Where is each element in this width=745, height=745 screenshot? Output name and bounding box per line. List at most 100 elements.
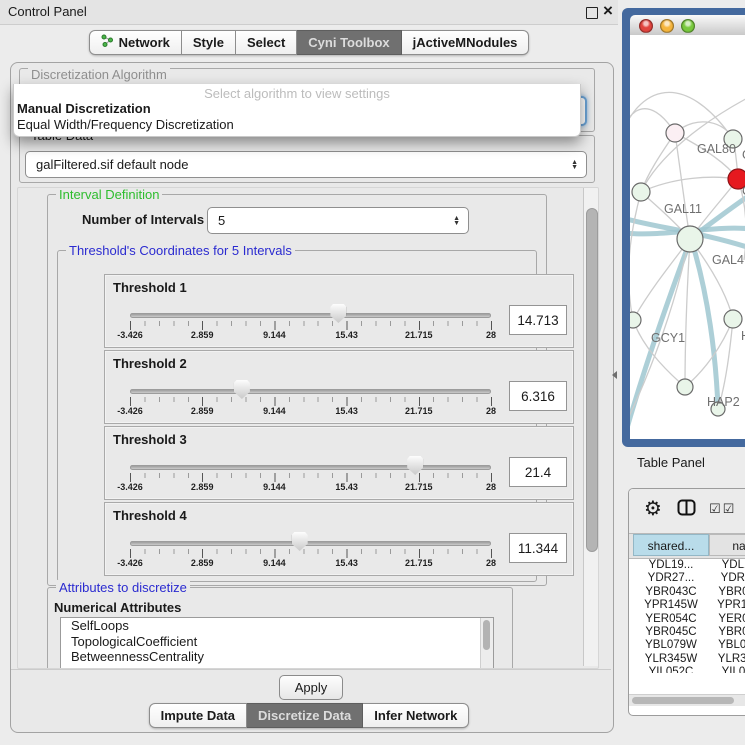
network-node-label: GAL4 [712, 253, 744, 267]
network-node-label: H [741, 329, 745, 343]
tick-label: 9.144 [263, 406, 286, 416]
tab-impute-data[interactable]: Impute Data [149, 703, 247, 728]
thresholds-group: Threshold's Coordinates for 5 Intervals … [57, 250, 537, 582]
vertical-scrollbar[interactable] [583, 188, 599, 666]
network-node-label: GCY1 [651, 331, 685, 345]
table-panel: ⚙ ☑☑ shared... na... YDL19...YDL19...YDR… [628, 488, 745, 716]
table-row[interactable]: YBR043CYBR043C [629, 586, 745, 599]
table-row[interactable]: YPR145WYPR145W [629, 599, 745, 612]
column-header-shared-name[interactable]: shared... [633, 534, 709, 556]
threshold-label: Threshold 4 [113, 508, 187, 523]
mac-minimize-button[interactable] [660, 19, 674, 33]
network-node[interactable] [666, 124, 684, 142]
network-edge[interactable] [692, 242, 718, 409]
columns-icon[interactable] [677, 499, 696, 521]
network-edge[interactable] [630, 192, 641, 320]
network-edge[interactable] [633, 239, 690, 320]
scrollbar-thumb[interactable] [632, 697, 734, 704]
threshold-value-field[interactable]: 14.713 [509, 305, 567, 335]
close-icon[interactable]: × [603, 1, 613, 21]
cell-name: YBR043C [709, 586, 745, 599]
threshold-label: Threshold 1 [113, 280, 187, 295]
checkboxes-icon[interactable]: ☑☑ [709, 501, 736, 517]
numerical-attributes-list[interactable]: SelfLoopsTopologicalCoefficientBetweenne… [60, 617, 494, 669]
tick-label: 9.144 [263, 330, 286, 340]
bottom-tab-bar: Impute DataDiscretize DataInfer Network [0, 701, 618, 729]
table-row[interactable]: YDR27...YDR27... [629, 572, 745, 585]
mac-zoom-button[interactable] [681, 19, 695, 33]
dropdown-option-equal-width-frequency[interactable]: Equal Width/Frequency Discretization [17, 117, 234, 132]
cell-name: YDR27... [709, 572, 745, 585]
tab-network[interactable]: Network [89, 30, 182, 55]
tab-style[interactable]: Style [182, 30, 236, 55]
network-edge[interactable] [641, 177, 738, 192]
cell-name: YBL079W [709, 639, 745, 652]
number-of-intervals-combobox[interactable]: 5 ▲▼ [207, 207, 469, 234]
table-row[interactable]: YER054CYER054C [629, 613, 745, 626]
discretization-algorithm-label: Discretization Algorithm [28, 67, 170, 82]
slider-track[interactable] [130, 389, 491, 394]
table-row[interactable]: YLR345WYLR345W [629, 653, 745, 666]
cell-shared-name: YBR043C [633, 586, 709, 599]
settings-scrollpane: Interval Definition Number of Intervals … [17, 187, 599, 669]
slider-track[interactable] [130, 313, 491, 318]
network-node-label: GAL11 [664, 202, 702, 216]
network-edge[interactable] [675, 133, 690, 239]
tab-jactivemnodules[interactable]: jActiveMNodules [402, 30, 530, 55]
threshold-panel: Threshold 2-3.4262.8599.14415.4321.71528… [104, 350, 574, 424]
network-node[interactable] [724, 310, 742, 328]
combo-arrows-icon: ▲▼ [571, 160, 578, 170]
table-row[interactable]: YBR045CYBR045C [629, 626, 745, 639]
number-of-intervals-value: 5 [218, 208, 225, 233]
float-window-icon[interactable] [586, 7, 598, 19]
cell-name: YLR345W [709, 653, 745, 666]
slider-track[interactable] [130, 465, 491, 470]
tick-label: 28 [486, 482, 496, 492]
scrollbar-thumb[interactable] [586, 208, 598, 552]
table-row[interactable]: YBL079WYBL079W [629, 639, 745, 652]
network-window: GAL80GCGAL11GAL4GCY1HHAP2 [622, 8, 745, 447]
network-node[interactable] [630, 312, 641, 328]
tab-select[interactable]: Select [236, 30, 297, 55]
network-window-titlebar[interactable] [630, 15, 745, 36]
gear-icon[interactable]: ⚙ [644, 496, 662, 521]
horizontal-scrollbar[interactable] [629, 694, 745, 706]
tab-infer-network[interactable]: Infer Network [363, 703, 469, 728]
apply-button[interactable]: Apply [279, 675, 343, 700]
tick-label: 15.43 [335, 406, 358, 416]
cell-shared-name: YBL079W [633, 639, 709, 652]
threshold-value-field[interactable]: 6.316 [509, 381, 567, 411]
split-divider-handle[interactable] [612, 371, 617, 379]
slider-track[interactable] [130, 541, 491, 546]
attribute-list-item[interactable]: BetweennessCentrality [61, 649, 493, 665]
attribute-list-item[interactable]: TopologicalCoefficient [61, 634, 493, 650]
tick-label: 9.144 [263, 482, 286, 492]
tab-discretize-data[interactable]: Discretize Data [247, 703, 363, 728]
network-icon [101, 31, 114, 54]
network-node[interactable] [632, 183, 650, 201]
table-row[interactable]: YDL19...YDL19... [629, 559, 745, 572]
mac-close-button[interactable] [639, 19, 653, 33]
network-node[interactable] [677, 379, 693, 395]
tab-cyni-toolbox[interactable]: Cyni Toolbox [297, 30, 401, 55]
table-row[interactable]: YIL052CYIL052C [629, 666, 745, 673]
threshold-value-field[interactable]: 11.344 [509, 533, 567, 563]
threshold-value-field[interactable]: 21.4 [509, 457, 567, 487]
cell-name: YPR145W [709, 599, 745, 612]
network-canvas[interactable]: GAL80GCGAL11GAL4GCY1HHAP2 [630, 35, 745, 439]
table-data-combobox[interactable]: galFiltered.sif default node ▲▼ [25, 151, 587, 178]
cell-shared-name: YER054C [633, 613, 709, 626]
tick-label: -3.426 [117, 406, 143, 416]
control-panel-title: Control Panel [8, 0, 87, 24]
network-node[interactable] [677, 226, 703, 252]
dropdown-option-manual-discretization[interactable]: Manual Discretization [17, 101, 151, 116]
tab-label: jActiveMNodules [413, 31, 518, 54]
network-edge[interactable] [685, 239, 690, 387]
column-header-name[interactable]: na... [709, 534, 745, 556]
attributes-list-scrollbar[interactable] [480, 618, 493, 669]
interval-definition-label: Interval Definition [56, 187, 162, 202]
cell-shared-name: YLR345W [633, 653, 709, 666]
attribute-list-item[interactable]: SelfLoops [61, 618, 493, 634]
tick-label: 15.43 [335, 330, 358, 340]
top-tab-bar: NetworkStyleSelectCyni Toolbox jActiveMNo… [0, 28, 618, 56]
